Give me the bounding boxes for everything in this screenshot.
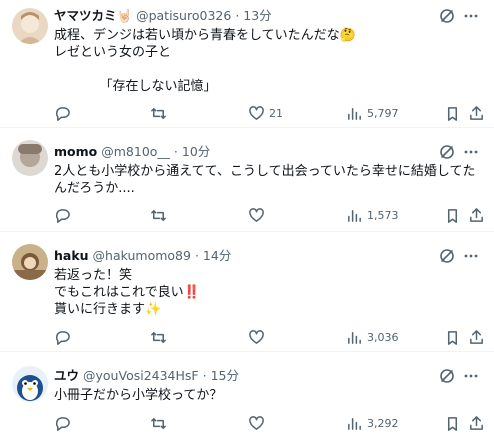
handle[interactable]: @youVosi2434HsF (83, 368, 199, 383)
bookmark-icon (447, 330, 458, 345)
grok-icon[interactable] (438, 7, 456, 25)
views-icon (348, 417, 361, 430)
bookmark-button[interactable] (444, 414, 461, 432)
handle[interactable]: @m810o__ (101, 144, 170, 159)
like-button[interactable] (248, 206, 269, 224)
reply-icon (55, 416, 70, 431)
more-icon[interactable] (462, 367, 480, 385)
bookmark-button[interactable] (444, 328, 461, 346)
reply-text: 2人とも小学校から通えてて、こうして出会っていたら幸せに結婚してたんだろうか..… (54, 164, 476, 196)
views-count: 5,797 (367, 106, 399, 120)
views-button[interactable]: 1,573 (346, 206, 399, 224)
reply-text: 若返った！笑 でもこれはこれで良い‼️ 貰いに行きます✨ (54, 268, 200, 317)
views-button[interactable]: 5,797 (346, 104, 399, 122)
like-button[interactable]: 21 (248, 104, 283, 122)
reply-icon (55, 106, 70, 121)
bookmark-icon (447, 106, 458, 121)
action-bar: 1,573 (54, 206, 486, 224)
reply-card[interactable]: momo @m810o__ · 10分 2人とも小学校から通えてて、こうして出会って… (0, 128, 494, 232)
retweet-button[interactable] (150, 206, 171, 224)
timestamp[interactable]: · 10分 (174, 144, 210, 159)
action-bar: 21 5,797 (54, 104, 486, 122)
share-button[interactable] (468, 414, 485, 432)
heart-icon (249, 105, 264, 120)
views-button[interactable]: 3,036 (346, 328, 399, 346)
timestamp[interactable]: · 13分 (235, 8, 271, 23)
bookmark-icon (447, 416, 458, 431)
more-icon[interactable] (462, 143, 480, 161)
display-name[interactable]: ヤマツカミ🤘🏻 (54, 8, 132, 23)
views-button[interactable]: 3,292 (346, 414, 399, 432)
grok-icon[interactable] (438, 143, 456, 161)
display-name[interactable]: ユウ (54, 368, 79, 383)
retweet-icon (151, 331, 166, 343)
handle[interactable]: @hakumomo89 (93, 248, 191, 263)
retweet-button[interactable] (150, 414, 171, 432)
display-name[interactable]: haku (54, 248, 89, 263)
reply-text: 成程、デンジは若い頃から青春をしていたんだな🤔 レゼという女の子と 「存在しない… (54, 28, 356, 94)
views-count: 1,573 (367, 208, 399, 222)
reply-button[interactable] (54, 206, 75, 224)
share-icon (470, 207, 483, 222)
avatar[interactable] (12, 244, 48, 280)
reply-header: ユウ @youVosi2434HsF · 15分 (54, 368, 239, 384)
like-button[interactable] (248, 328, 269, 346)
more-icon[interactable] (462, 247, 480, 265)
bookmark-button[interactable] (444, 206, 461, 224)
reply-header: momo @m810o__ · 10分 (54, 144, 210, 160)
timestamp[interactable]: · 15分 (203, 368, 239, 383)
share-icon (470, 105, 483, 120)
bookmark-icon (447, 208, 458, 223)
heart-icon (249, 415, 264, 430)
share-button[interactable] (468, 328, 485, 346)
grok-icon[interactable] (438, 247, 456, 265)
more-icon[interactable] (462, 7, 480, 25)
share-button[interactable] (468, 104, 485, 122)
heart-icon (249, 207, 264, 222)
share-icon (470, 329, 483, 344)
retweet-button[interactable] (150, 104, 171, 122)
handle[interactable]: @patisuro0326 (136, 8, 231, 23)
avatar[interactable] (12, 140, 48, 176)
share-icon (470, 415, 483, 430)
avatar[interactable] (12, 366, 48, 402)
views-icon (348, 331, 361, 344)
action-bar: 3,292 (54, 414, 486, 432)
reply-icon (55, 330, 70, 345)
avatar[interactable] (12, 8, 48, 44)
views-count: 3,292 (367, 416, 399, 430)
views-count: 3,036 (367, 330, 399, 344)
reply-card[interactable]: haku @hakumomo89 · 14分 若返った！笑 でもこれはこれで良い‼️… (0, 232, 494, 352)
reply-text: 小冊子だから小学校ってか？ (54, 388, 223, 403)
views-icon (348, 107, 361, 120)
like-count: 21 (269, 106, 283, 120)
like-button[interactable] (248, 414, 269, 432)
bookmark-button[interactable] (444, 104, 461, 122)
reply-button[interactable] (54, 328, 75, 346)
reply-button[interactable] (54, 414, 75, 432)
reply-button[interactable] (54, 104, 75, 122)
grok-icon[interactable] (438, 367, 456, 385)
reply-header: haku @hakumomo89 · 14分 (54, 248, 231, 264)
views-icon (348, 209, 361, 222)
retweet-icon (151, 107, 166, 119)
retweet-icon (151, 209, 166, 221)
reply-card[interactable]: ユウ @youVosi2434HsF · 15分 小冊子だから小学校ってか？ 3,2… (0, 352, 494, 443)
reply-icon (55, 208, 70, 223)
action-bar: 3,036 (54, 328, 486, 346)
timestamp[interactable]: · 14分 (195, 248, 231, 263)
retweet-icon (151, 417, 166, 429)
heart-icon (249, 329, 264, 344)
share-button[interactable] (468, 206, 485, 224)
reply-card[interactable]: ヤマツカミ🤘🏻 @patisuro0326 · 13分 成程、デンジは若い頃から青春… (0, 0, 494, 128)
reply-header: ヤマツカミ🤘🏻 @patisuro0326 · 13分 (54, 8, 272, 24)
display-name[interactable]: momo (54, 144, 97, 159)
retweet-button[interactable] (150, 328, 171, 346)
